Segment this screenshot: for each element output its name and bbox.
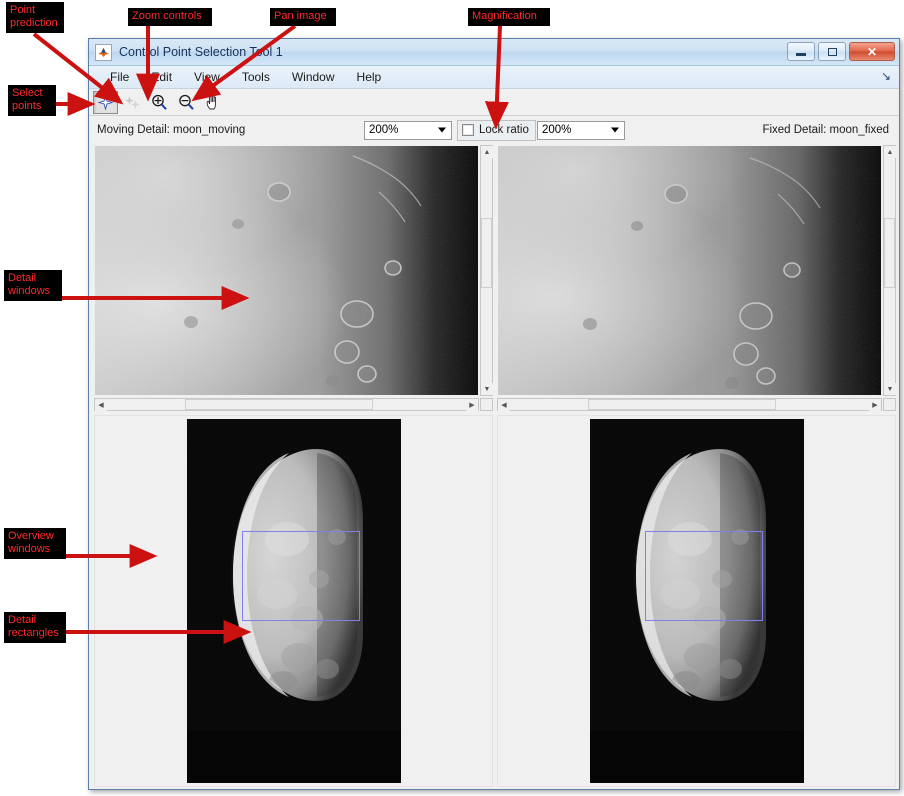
lock-ratio-label: Lock ratio: [479, 124, 529, 136]
magnifier-plus-icon: [151, 94, 168, 111]
moving-detail-hscrollbar[interactable]: ◀ ▶: [94, 398, 479, 411]
menu-help[interactable]: Help: [346, 68, 393, 86]
fixed-zoom-value: 200%: [542, 124, 571, 136]
detail-windows-row: ▲ ▼ ◀ ▶: [89, 145, 899, 411]
annotation-detail-windows: Detail windows: [4, 270, 62, 301]
menu-view[interactable]: View: [183, 68, 231, 86]
fixed-overview-image[interactable]: [590, 419, 804, 783]
scroll-up-icon[interactable]: ▲: [884, 146, 896, 158]
lock-ratio-checkbox[interactable]: Lock ratio: [457, 120, 536, 141]
select-points-tool-button[interactable]: [93, 91, 118, 114]
annotation-zoom-controls: Zoom controls: [128, 8, 212, 26]
menu-file[interactable]: File: [99, 68, 140, 86]
moving-overview-window[interactable]: [94, 415, 493, 787]
fixed-detail-vscrollbar[interactable]: ▲ ▼: [883, 145, 896, 396]
scroll-right-icon[interactable]: ▶: [869, 399, 881, 411]
pan-tool-button[interactable]: [201, 91, 226, 114]
hand-icon: [205, 94, 223, 111]
magnifier-minus-icon: [178, 94, 195, 111]
zoom-out-tool-button[interactable]: [174, 91, 199, 114]
vscroll-thumb[interactable]: [481, 218, 492, 288]
maximize-button[interactable]: [818, 42, 846, 61]
scroll-corner: [883, 398, 896, 411]
moving-detail-vscrollbar[interactable]: ▲ ▼: [480, 145, 493, 396]
fixed-detail-image[interactable]: [497, 145, 882, 396]
menu-tools[interactable]: Tools: [231, 68, 281, 86]
magnification-control-strip: Moving Detail: moon_moving 200% Lock rat…: [89, 116, 899, 144]
minimize-button[interactable]: [787, 42, 815, 61]
hscroll-thumb[interactable]: [185, 399, 373, 410]
scroll-down-icon[interactable]: ▼: [481, 383, 493, 395]
fixed-overview-window[interactable]: [497, 415, 896, 787]
moving-zoom-value: 200%: [369, 124, 398, 136]
title-bar[interactable]: Control Point Selection Tool 1 ✕: [89, 39, 899, 66]
four-point-star-icon: [97, 94, 114, 111]
menu-edit[interactable]: Edit: [140, 68, 183, 86]
point-prediction-tool-button[interactable]: [120, 91, 145, 114]
scroll-left-icon[interactable]: ◀: [498, 399, 510, 411]
matlab-icon: [95, 44, 112, 61]
two-stars-icon: [124, 94, 141, 111]
overview-windows-row: [89, 415, 899, 789]
annotation-select-points: Select points: [8, 85, 56, 116]
scroll-right-icon[interactable]: ▶: [466, 399, 478, 411]
moving-detail-label: Moving Detail: moon_moving: [97, 124, 245, 136]
fixed-zoom-combo[interactable]: 200%: [537, 121, 625, 140]
moving-zoom-combo[interactable]: 200%: [364, 121, 452, 140]
hscroll-thumb[interactable]: [588, 399, 776, 410]
tool-bar: [89, 89, 899, 116]
fixed-detail-window[interactable]: ▲ ▼ ◀ ▶: [497, 145, 896, 411]
fixed-detail-label: Fixed Detail: moon_fixed: [762, 124, 889, 136]
zoom-in-tool-button[interactable]: [147, 91, 172, 114]
window-controls: ✕: [787, 42, 895, 61]
scroll-down-icon[interactable]: ▼: [884, 383, 896, 395]
scroll-left-icon[interactable]: ◀: [95, 399, 107, 411]
moving-detail-window[interactable]: ▲ ▼ ◀ ▶: [94, 145, 493, 411]
fixed-detail-hscrollbar[interactable]: ◀ ▶: [497, 398, 882, 411]
annotation-pan-image: Pan image: [270, 8, 336, 26]
undock-arrow-icon[interactable]: ↘: [881, 70, 891, 82]
window-title: Control Point Selection Tool 1: [119, 45, 283, 59]
image-panes: ▲ ▼ ◀ ▶: [89, 145, 899, 789]
close-button[interactable]: ✕: [849, 42, 895, 61]
vscroll-thumb[interactable]: [884, 218, 895, 288]
chevron-down-icon: [611, 128, 619, 133]
chevron-down-icon: [438, 128, 446, 133]
scroll-corner: [480, 398, 493, 411]
control-point-selection-window: Control Point Selection Tool 1 ✕ File Ed…: [88, 38, 900, 790]
menu-window[interactable]: Window: [281, 68, 346, 86]
menu-bar: File Edit View Tools Window Help ↘: [89, 66, 899, 89]
moving-detail-image[interactable]: [94, 145, 479, 396]
annotation-point-prediction: Point prediction: [6, 2, 64, 33]
annotation-detail-rectangles: Detail rectangles: [4, 612, 66, 643]
annotation-overview-windows: Overview windows: [4, 528, 66, 559]
scroll-up-icon[interactable]: ▲: [481, 146, 493, 158]
lock-ratio-box-icon: [462, 124, 474, 136]
annotation-magnification: Magnification: [468, 8, 550, 26]
moving-overview-image[interactable]: [187, 419, 401, 783]
